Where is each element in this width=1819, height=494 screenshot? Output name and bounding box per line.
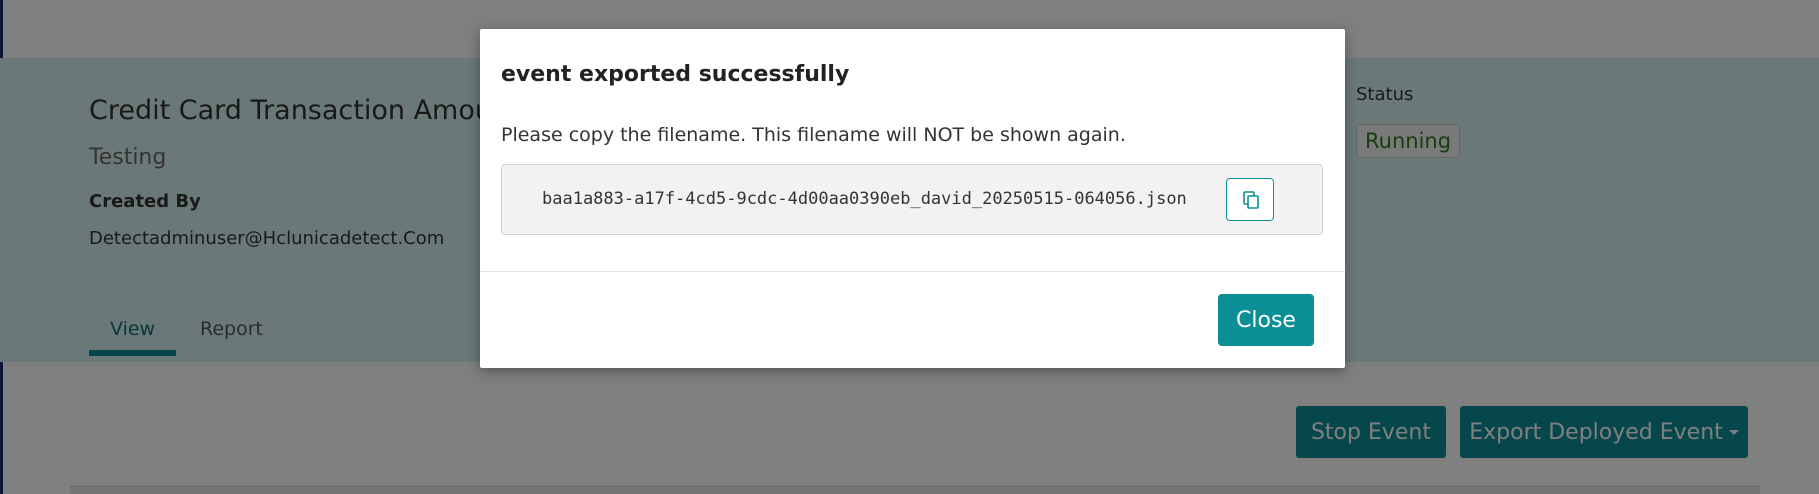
copy-filename-button[interactable] (1226, 178, 1274, 221)
dialog-title: event exported successfully (501, 62, 850, 87)
close-button[interactable]: Close (1218, 294, 1314, 346)
copy-icon (1243, 191, 1259, 209)
filename-box: baa1a883-a17f-4cd5-9cdc-4d00aa0390eb_dav… (501, 164, 1323, 235)
exported-filename[interactable]: baa1a883-a17f-4cd5-9cdc-4d00aa0390eb_dav… (542, 189, 1187, 209)
dialog-divider (480, 271, 1345, 272)
export-success-dialog: event exported successfully Please copy … (480, 29, 1345, 368)
dialog-message: Please copy the filename. This filename … (501, 124, 1126, 146)
